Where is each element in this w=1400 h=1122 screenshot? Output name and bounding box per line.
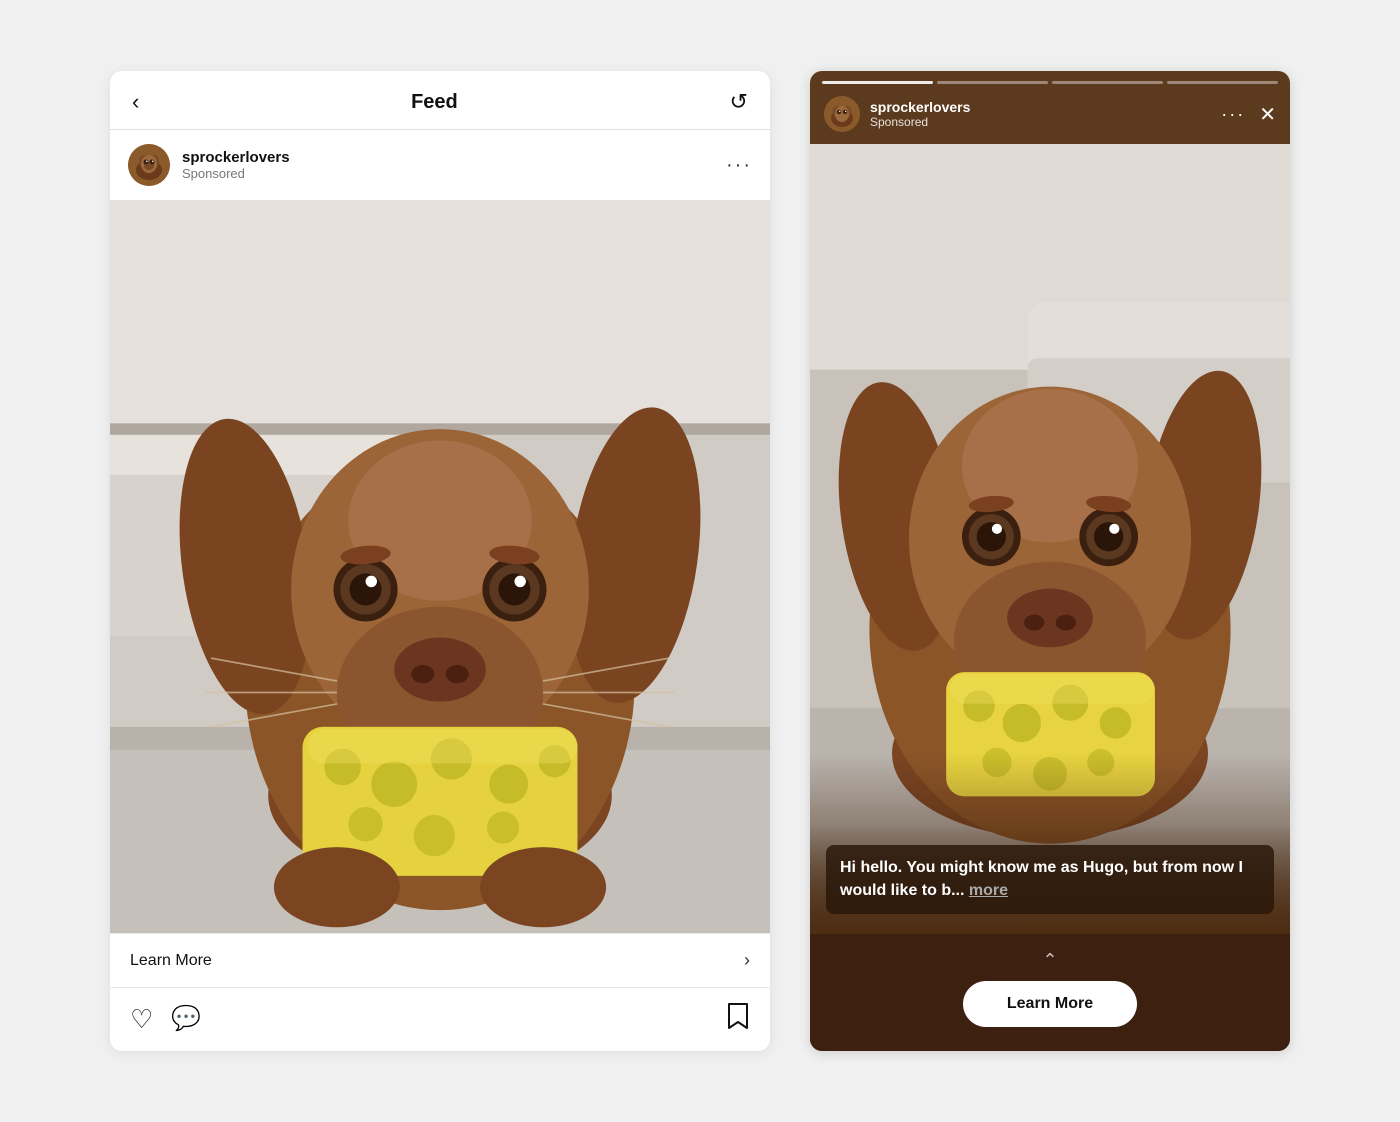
progress-segment-3: [1052, 81, 1163, 84]
learn-more-label: Learn More: [130, 952, 212, 970]
like-button[interactable]: ♡: [130, 1004, 153, 1035]
story-caption-bubble: Hi hello. You might know me as Hugo, but…: [826, 845, 1274, 914]
feed-actions-left: ♡ 💬: [130, 1004, 201, 1035]
story-user-info-text: sprockerlovers Sponsored: [870, 99, 970, 129]
story-header-actions: ··· ✕: [1221, 102, 1276, 127]
comment-button[interactable]: 💬: [171, 1004, 201, 1035]
refresh-button[interactable]: ↺: [730, 89, 748, 115]
story-caption-text: Hi hello. You might know me as Hugo, but…: [840, 859, 1243, 898]
story-header: sprockerlovers Sponsored ··· ✕: [810, 88, 1290, 144]
chevron-right-icon: ›: [744, 950, 750, 971]
story-panel: sprockerlovers Sponsored ··· ✕: [810, 71, 1290, 1051]
avatar: [128, 144, 170, 186]
story-more-button[interactable]: ···: [1221, 104, 1245, 125]
story-caption-area: Hi hello. You might know me as Hugo, but…: [810, 825, 1290, 934]
swipe-up-icon: ⌃: [1042, 950, 1057, 971]
story-avatar: [824, 96, 860, 132]
username: sprockerlovers: [182, 149, 290, 166]
feed-title: Feed: [411, 91, 458, 114]
feed-dog-image: [110, 200, 770, 933]
feed-image-container: [110, 200, 770, 933]
progress-segment-2: [937, 81, 1048, 84]
story-dog-image: [810, 144, 1290, 934]
progress-segment-4: [1167, 81, 1278, 84]
sponsored-label: Sponsored: [182, 166, 290, 181]
feed-post-user: sprockerlovers Sponsored: [128, 144, 290, 186]
story-username: sprockerlovers: [870, 99, 970, 115]
feed-header: ‹ Feed ↺: [110, 71, 770, 130]
story-image-area: Hi hello. You might know me as Hugo, but…: [810, 144, 1290, 934]
story-sponsored-label: Sponsored: [870, 115, 970, 129]
bookmark-button[interactable]: [726, 1002, 750, 1037]
feed-panel: ‹ Feed ↺ sprockerlov: [110, 71, 770, 1051]
story-progress-bar: [810, 71, 1290, 88]
feed-post-header: sprockerlovers Sponsored ···: [110, 130, 770, 200]
more-options-button[interactable]: ···: [726, 154, 752, 177]
user-info: sprockerlovers Sponsored: [182, 149, 290, 181]
feed-learn-more-row[interactable]: Learn More ›: [110, 933, 770, 988]
story-caption-more-link[interactable]: more: [969, 882, 1008, 899]
story-user-info: sprockerlovers Sponsored: [824, 96, 970, 132]
back-button[interactable]: ‹: [132, 91, 139, 113]
story-bottom: ⌃ Learn More: [810, 934, 1290, 1051]
story-learn-more-button[interactable]: Learn More: [963, 981, 1137, 1027]
feed-actions: ♡ 💬: [110, 988, 770, 1051]
story-close-button[interactable]: ✕: [1259, 102, 1276, 127]
progress-segment-1: [822, 81, 933, 84]
